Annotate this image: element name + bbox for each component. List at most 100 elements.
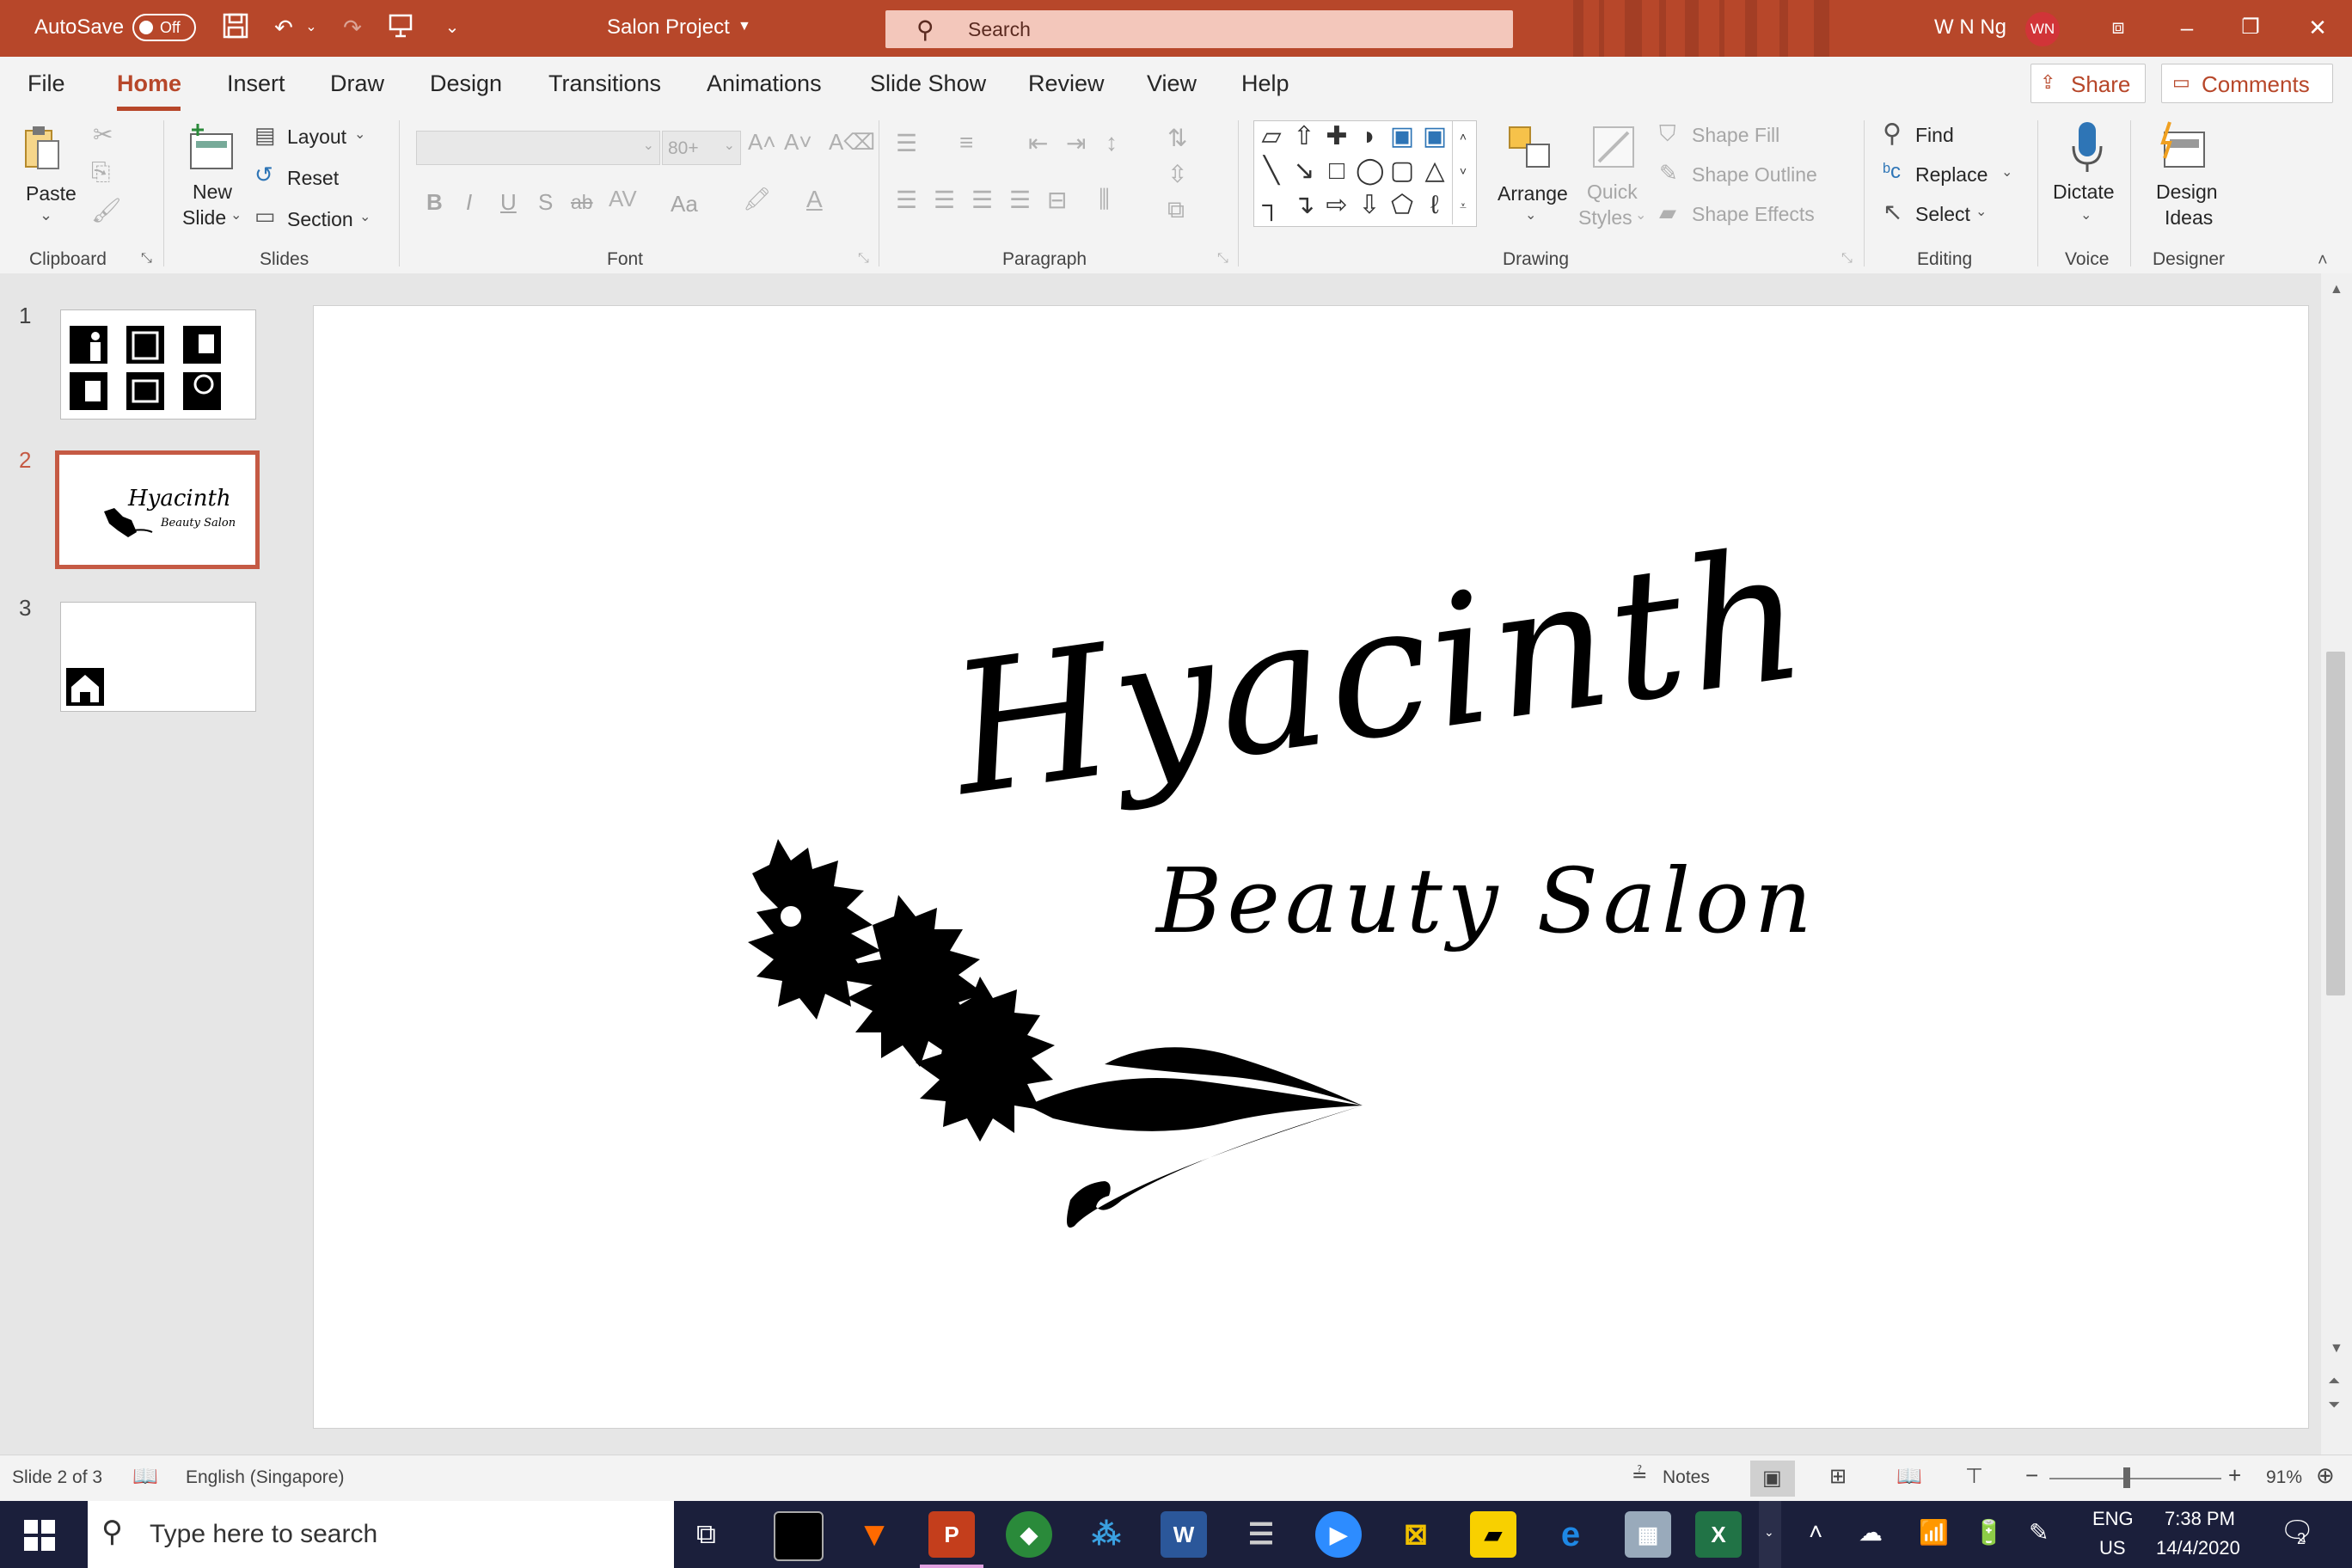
shadow-button[interactable]: S [538, 189, 553, 216]
increase-indent-icon[interactable]: ⇥ [1066, 129, 1086, 157]
vertical-scrollbar[interactable]: ▲ ▼ ⏶ ⏷ [2321, 273, 2352, 1455]
zoom-app-icon[interactable]: ▶ [1315, 1511, 1362, 1558]
database-app-icon[interactable]: ☰ [1238, 1511, 1284, 1558]
title-dropdown-icon[interactable]: ▼ [738, 19, 751, 34]
spelling-check-icon[interactable]: 📖 [132, 1464, 158, 1489]
autosave-toggle[interactable]: Off [132, 14, 196, 41]
new-slide-label[interactable]: New [193, 181, 232, 204]
windows-start-icon[interactable] [24, 1520, 55, 1551]
shape-icon[interactable]: ◗ [1356, 123, 1383, 150]
section-icon[interactable]: ▭ [254, 203, 276, 230]
green-app-icon[interactable]: ◆ [1006, 1511, 1052, 1558]
highlight-color-icon[interactable]: 🖍 [743, 186, 771, 212]
scroll-down-icon[interactable]: ▼ [2330, 1341, 2343, 1357]
right-arrow-icon[interactable]: ⇨ [1323, 192, 1351, 219]
notes-button[interactable]: Notes [1663, 1467, 1710, 1488]
callout-icon[interactable]: ⬠ [1388, 192, 1416, 219]
bold-button[interactable]: B [426, 189, 443, 216]
align-center-icon[interactable]: ☰ [934, 186, 955, 214]
save-icon[interactable] [220, 12, 251, 43]
reading-view-icon[interactable]: 📖 [1896, 1464, 1922, 1489]
edge-browser-icon[interactable]: e [1547, 1511, 1594, 1558]
layout-icon[interactable]: ▤ [254, 122, 276, 149]
tab-review[interactable]: Review [1028, 70, 1105, 97]
quick-styles-icon[interactable] [1590, 124, 1638, 172]
underline-button[interactable]: U [500, 189, 517, 216]
layout-button[interactable]: Layout [287, 126, 346, 149]
shape-icon[interactable]: ▱ [1258, 123, 1285, 150]
zoom-out-button[interactable]: − [2025, 1462, 2038, 1489]
arrange-dropdown-icon[interactable]: ⌄ [1525, 206, 1536, 224]
shape-fill-icon[interactable]: ⛉ [1659, 120, 1676, 148]
quick-styles-label-2[interactable]: Styles [1578, 206, 1632, 230]
gallery-up-icon[interactable]: ˄ [1449, 123, 1477, 150]
shape-effects-button[interactable]: Shape Effects [1692, 203, 1815, 226]
dictate-dropdown-icon[interactable]: ⌄ [2080, 206, 2092, 224]
shape-outline-button[interactable]: Shape Outline [1692, 163, 1817, 187]
new-slide-dropdown-icon[interactable]: ⌄ [230, 206, 242, 224]
avatar[interactable]: WN [2025, 12, 2060, 46]
shape-fill-button[interactable]: Shape Fill [1692, 124, 1779, 147]
new-slide-icon[interactable] [186, 124, 237, 172]
tab-animations[interactable]: Animations [707, 70, 822, 97]
paste-icon[interactable] [22, 124, 62, 174]
language-indicator[interactable]: ENG [2092, 1508, 2134, 1530]
justify-icon[interactable]: ☰ [1009, 186, 1031, 214]
quick-styles-label[interactable]: Quick [1587, 181, 1638, 204]
bullets-icon[interactable]: ☰ [896, 129, 917, 157]
distributed-icon[interactable]: ⊟ [1047, 186, 1067, 214]
taskbar-overflow[interactable]: ⌄ [1759, 1501, 1781, 1568]
select-cursor-icon[interactable]: ↖ [1883, 198, 1902, 226]
share-button[interactable]: ⇪ Share [2030, 64, 2146, 103]
connector-arrow-icon[interactable]: ↴ [1290, 192, 1318, 219]
slide-thumbnail-1[interactable] [60, 309, 256, 420]
restore-icon[interactable]: ❐ [2235, 12, 2266, 43]
gallery-scroll[interactable]: ˄ ˅ ⩡ [1452, 121, 1475, 224]
shape-icon[interactable]: ✚ [1323, 123, 1351, 150]
zoom-in-button[interactable]: + [2228, 1462, 2241, 1489]
word-taskbar-icon[interactable]: W [1161, 1511, 1207, 1558]
tab-transitions[interactable]: Transitions [548, 70, 661, 97]
slide-canvas[interactable]: Hyacinth Beauty Salon [313, 305, 2309, 1429]
document-title[interactable]: Salon Project [607, 15, 730, 40]
dictate-label[interactable]: Dictate [2053, 181, 2115, 204]
rounded-rect-icon[interactable]: ▢ [1388, 157, 1416, 185]
slide-thumbnail-2[interactable]: Hyacinth Beauty Salon [55, 450, 260, 569]
text-direction-icon[interactable]: ⇅ [1167, 124, 1187, 152]
slide-title[interactable]: Hyacinth [940, 508, 1819, 836]
line-icon[interactable]: ╲ [1258, 157, 1285, 185]
select-dropdown-icon[interactable]: ⌄ [1975, 203, 1987, 220]
comments-button[interactable]: ▭ Comments [2161, 64, 2333, 103]
task-view-icon[interactable]: ⧉ [696, 1518, 716, 1551]
drawing-launcher-icon[interactable]: ⤡ [1841, 251, 1853, 266]
tab-draw[interactable]: Draw [330, 70, 384, 97]
italic-button[interactable]: I [466, 189, 472, 216]
terminal-app-icon[interactable] [774, 1511, 824, 1561]
tab-design[interactable]: Design [430, 70, 502, 97]
slide-subtitle[interactable]: Beauty Salon [1156, 856, 1817, 946]
yellow-app-icon[interactable]: ⊠ [1393, 1511, 1439, 1558]
slideshow-view-icon[interactable]: ⊤ [1965, 1464, 1983, 1489]
change-case-button[interactable]: Aa [671, 191, 698, 217]
align-right-icon[interactable]: ☰ [971, 186, 993, 214]
textbox-icon[interactable]: ▣ [1421, 123, 1449, 150]
battery-icon[interactable]: 🔋 [1974, 1518, 2004, 1547]
gallery-more-icon[interactable]: ⩡ [1449, 192, 1477, 219]
format-painter-icon[interactable]: 🖌 [91, 196, 122, 224]
tab-help[interactable]: Help [1241, 70, 1289, 97]
user-name[interactable]: W N Ng [1934, 15, 2006, 40]
textbox-icon[interactable]: ▣ [1388, 123, 1416, 150]
powerpoint-taskbar-icon[interactable]: P [928, 1511, 975, 1558]
smartart-icon[interactable]: ⧉ [1167, 196, 1185, 224]
shape-icon[interactable]: ⇧ [1290, 123, 1318, 150]
strikethrough-button[interactable]: ab [571, 191, 593, 214]
section-button[interactable]: Section [287, 208, 353, 231]
arrange-label[interactable]: Arrange [1498, 182, 1568, 205]
slide-sorter-icon[interactable]: ⊞ [1829, 1464, 1847, 1489]
align-left-icon[interactable]: ☰ [896, 186, 917, 214]
triangle-icon[interactable]: △ [1421, 157, 1449, 185]
taskbar-search-box[interactable]: ⚲ Type here to search [88, 1501, 674, 1568]
paste-label[interactable]: Paste [26, 182, 77, 205]
font-size-dropdown-icon[interactable]: ⌄ [724, 137, 735, 154]
oval-icon[interactable]: ◯ [1356, 157, 1385, 185]
